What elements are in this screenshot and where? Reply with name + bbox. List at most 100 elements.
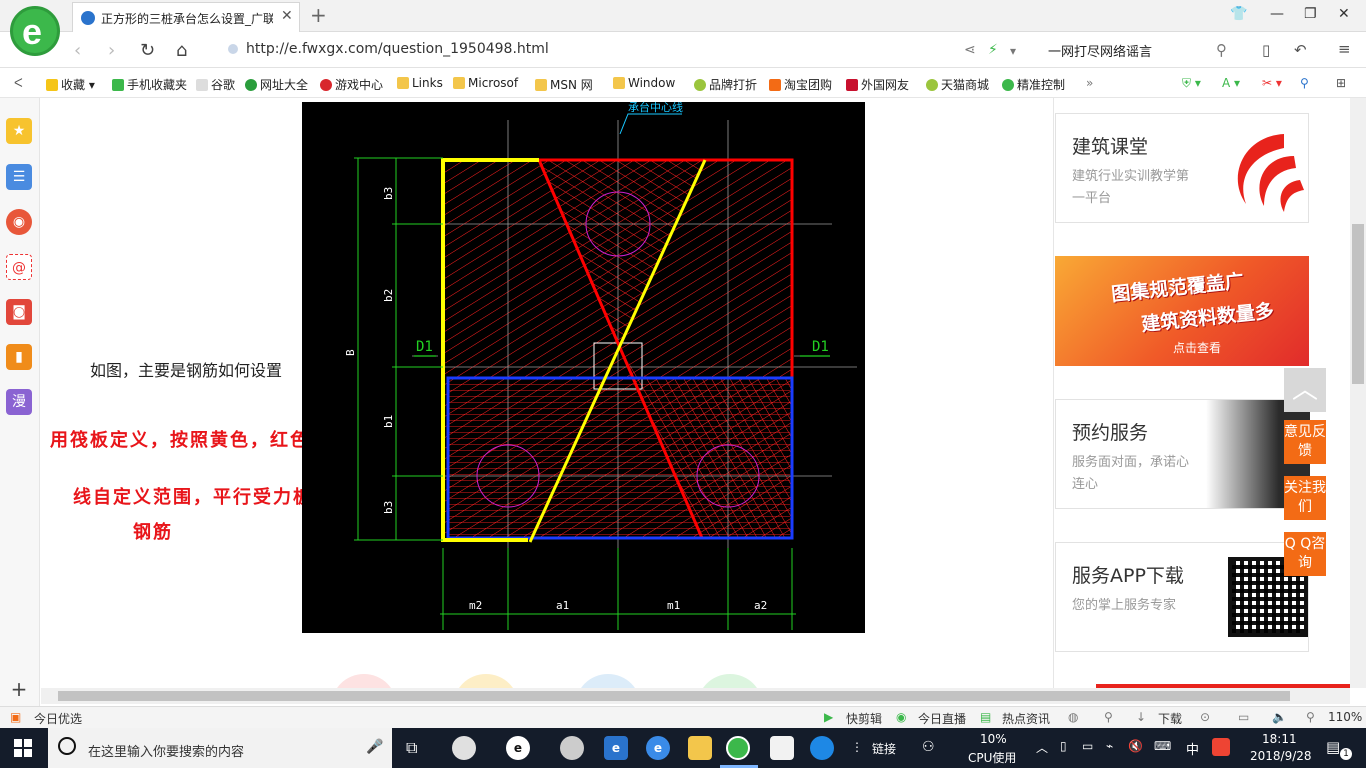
- back-to-top-button[interactable]: ︿: [1284, 368, 1326, 412]
- app-mail-icon[interactable]: [770, 736, 794, 760]
- back-icon[interactable]: ‹: [74, 40, 81, 61]
- app-edge-icon[interactable]: e: [604, 736, 628, 760]
- bookmark-control[interactable]: 精准控制: [1002, 76, 1065, 93]
- bookmark-windows[interactable]: Window: [613, 76, 675, 90]
- network-icon[interactable]: ⌁: [1106, 739, 1113, 753]
- card-app-download[interactable]: 服务APP下载 您的掌上服务专家: [1055, 542, 1309, 652]
- bookmark-google[interactable]: 谷歌: [196, 76, 235, 93]
- horizontal-scrollbar[interactable]: [41, 688, 1350, 704]
- status-clip[interactable]: 快剪辑: [846, 710, 882, 727]
- sogou-icon[interactable]: [1212, 738, 1230, 756]
- tray-device-icon[interactable]: ▯: [1060, 739, 1067, 753]
- game-icon[interactable]: ◙: [6, 299, 32, 325]
- tray-monitor-icon[interactable]: ▭: [1082, 739, 1093, 753]
- follow-us-button[interactable]: 关注我们: [1284, 476, 1326, 520]
- new-tab-icon[interactable]: +: [310, 3, 327, 27]
- forward-icon[interactable]: ›: [108, 40, 115, 61]
- mode-chevron-icon[interactable]: ▾: [1010, 44, 1016, 58]
- app-explorer-icon[interactable]: [688, 736, 712, 760]
- sidebar-toggle-icon[interactable]: ᐸ: [14, 76, 23, 90]
- card-building-class[interactable]: 建筑课堂 建筑行业实训教学第一平台: [1055, 113, 1309, 223]
- clock-date[interactable]: 2018/9/28: [1250, 749, 1312, 763]
- close-window-icon[interactable]: ✕: [1338, 6, 1350, 22]
- maximize-icon[interactable]: ❐: [1304, 6, 1317, 22]
- speed-mode-icon[interactable]: ⚡: [988, 42, 998, 58]
- app-360-browser-icon[interactable]: [726, 736, 750, 760]
- browser-tab[interactable]: 正方形的三桩承台怎么设置_广联 ✕: [72, 2, 300, 32]
- vertical-scroll-thumb[interactable]: [1352, 224, 1364, 384]
- card-appointment[interactable]: 预约服务 服务面对面，承诺心连心: [1055, 399, 1310, 509]
- tray-expand-icon[interactable]: ⋮: [851, 740, 863, 754]
- translate-icon[interactable]: A ▾: [1222, 76, 1240, 90]
- home-icon[interactable]: ⌂: [176, 40, 187, 61]
- bookmark-favorites[interactable]: 收藏 ▾: [46, 76, 95, 93]
- find-icon[interactable]: ⚲: [1300, 76, 1309, 90]
- promo-banner[interactable]: 图集规范覆盖广 建筑资料数量多 点击查看: [1055, 256, 1309, 366]
- bookmark-microsoft[interactable]: Microsof: [453, 76, 518, 90]
- ime-indicator[interactable]: 中: [1186, 739, 1199, 758]
- share-icon[interactable]: ⋖: [964, 42, 976, 58]
- bookmark-links[interactable]: Links: [397, 76, 443, 90]
- keyboard-icon[interactable]: ⌨: [1154, 739, 1171, 753]
- minimize-icon[interactable]: —: [1270, 6, 1284, 22]
- clock-time[interactable]: 18:11: [1262, 732, 1297, 746]
- bookmark-msn[interactable]: MSN 网: [535, 76, 593, 93]
- bookmark-discount[interactable]: 品牌打折: [694, 76, 757, 93]
- status-download[interactable]: 下载: [1158, 710, 1182, 727]
- windows-start-icon[interactable]: [14, 739, 32, 757]
- notification-icon[interactable]: ▤: [1326, 738, 1340, 756]
- horizontal-scroll-thumb[interactable]: [58, 691, 1290, 701]
- search-icon[interactable]: ⚲: [1216, 41, 1227, 59]
- restore-icon[interactable]: ⊙: [1200, 710, 1210, 724]
- app-settings-icon[interactable]: [560, 736, 584, 760]
- add-sidebar-icon[interactable]: +: [6, 676, 32, 702]
- bookmark-taobao[interactable]: 淘宝团购: [769, 76, 832, 93]
- window-icon[interactable]: ▭: [1238, 710, 1249, 724]
- daily-picks[interactable]: 今日优选: [34, 710, 82, 727]
- banner-cta[interactable]: 点击查看: [1173, 339, 1221, 356]
- weibo-icon[interactable]: ◉: [6, 209, 32, 235]
- mail-icon[interactable]: @: [6, 254, 32, 280]
- skin-icon[interactable]: 👕: [1230, 6, 1247, 22]
- reload-icon[interactable]: ↻: [140, 40, 155, 61]
- microphone-icon[interactable]: 🎤: [366, 739, 383, 755]
- address-bar[interactable]: http://e.fwxgx.com/question_1950498.html: [226, 38, 942, 62]
- bookmark-games[interactable]: 游戏中心: [320, 76, 383, 93]
- tray-link-label[interactable]: 链接: [872, 740, 896, 757]
- people-icon[interactable]: ⚇: [922, 739, 935, 755]
- bookmark-sites[interactable]: 网址大全: [245, 76, 308, 93]
- undo-icon[interactable]: ↶: [1294, 41, 1307, 59]
- pin-icon[interactable]: ⚲: [1104, 710, 1113, 724]
- bookmark-tmall[interactable]: 天猫商城: [926, 76, 989, 93]
- bookmark-foreign[interactable]: 外国网友: [846, 76, 909, 93]
- search-box[interactable]: 一网打尽网络谣言: [1048, 41, 1152, 60]
- favorites-icon[interactable]: ★: [6, 118, 32, 144]
- taskbar-search[interactable]: 在这里输入你要搜索的内容 🎤: [48, 728, 392, 768]
- qq-consult-button[interactable]: Q Q咨询: [1284, 532, 1326, 576]
- zoom-level[interactable]: 110%: [1328, 710, 1362, 724]
- screenshot-icon[interactable]: ✂ ▾: [1262, 76, 1282, 90]
- comic-icon[interactable]: 漫: [6, 389, 32, 415]
- tray-chevron-icon[interactable]: ︿: [1036, 739, 1048, 756]
- bookmark-mobile[interactable]: 手机收藏夹: [112, 76, 187, 93]
- feedback-button[interactable]: 意见反馈: [1284, 420, 1326, 464]
- volume-icon[interactable]: 🔈: [1272, 710, 1287, 724]
- menu-icon[interactable]: ≡: [1338, 40, 1351, 58]
- tab-close-icon[interactable]: ✕: [281, 8, 293, 24]
- mobile-icon[interactable]: ▯: [1262, 41, 1270, 59]
- apps-icon[interactable]: ⊞: [1336, 76, 1346, 90]
- browser-logo[interactable]: e: [10, 6, 60, 56]
- shield-icon[interactable]: ⛨ ▾: [1182, 76, 1201, 91]
- app-ie-icon[interactable]: e: [646, 736, 670, 760]
- app-browser-e-icon[interactable]: e: [506, 736, 530, 760]
- more-bookmarks-icon[interactable]: »: [1086, 76, 1093, 90]
- news-icon[interactable]: ☰: [6, 164, 32, 190]
- app-g-icon[interactable]: [810, 736, 834, 760]
- status-news[interactable]: 热点资讯: [1002, 710, 1050, 727]
- speed-icon[interactable]: ◍: [1068, 710, 1078, 724]
- task-view-icon[interactable]: ⧉: [406, 738, 417, 758]
- novel-icon[interactable]: ▮: [6, 344, 32, 370]
- vertical-scrollbar[interactable]: [1350, 98, 1366, 688]
- status-live[interactable]: 今日直播: [918, 710, 966, 727]
- app-fan-icon[interactable]: [452, 736, 476, 760]
